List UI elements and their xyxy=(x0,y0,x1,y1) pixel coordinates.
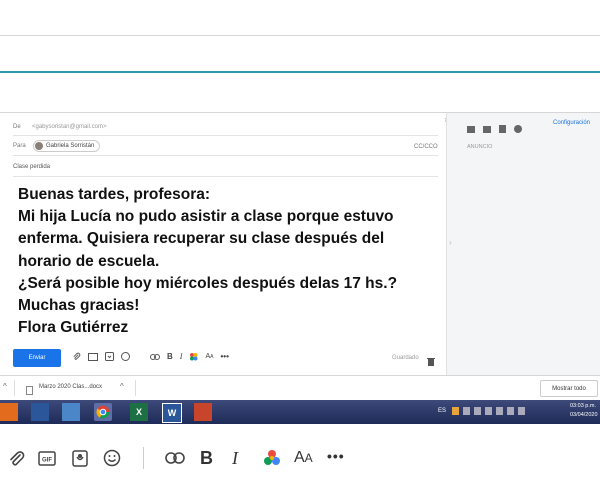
tray-icon[interactable] xyxy=(452,407,459,415)
word-icon[interactable]: W xyxy=(162,403,182,423)
calendar-icon[interactable] xyxy=(483,120,491,138)
chrome-icon[interactable] xyxy=(94,403,112,421)
divider xyxy=(14,380,15,396)
top-divider xyxy=(0,35,600,36)
subject-field[interactable]: Clase perdida xyxy=(13,164,50,170)
divider xyxy=(135,380,136,396)
compose-toolbar: B I AA ••• xyxy=(72,352,229,361)
from-value: <gabysoristan@gmail.com> xyxy=(32,124,107,130)
body-line: ¿Será posible hoy miércoles después dela… xyxy=(18,274,398,292)
tray-icon[interactable] xyxy=(485,407,492,415)
ad-label: ANUNCIO xyxy=(467,144,493,150)
bold-icon[interactable]: B xyxy=(167,352,173,361)
body-line: Flora Gutiérrez xyxy=(18,319,129,337)
right-panel: Configuración ANUNCIO xyxy=(446,113,600,375)
to-label: Para xyxy=(13,143,26,149)
from-label: De xyxy=(13,124,21,130)
font-size-icon[interactable]: AA xyxy=(294,449,313,467)
contacts-icon[interactable] xyxy=(467,120,475,138)
notes-icon[interactable] xyxy=(499,120,506,138)
divider xyxy=(13,155,438,156)
downloads-bar: ^ Marzo 2020 Clas...docx ^ Mostrar todo xyxy=(0,376,600,400)
gif-icon[interactable] xyxy=(88,352,98,361)
download-file-name[interactable]: Marzo 2020 Clas...docx xyxy=(39,384,102,390)
divider xyxy=(13,176,438,177)
link-icon[interactable] xyxy=(165,452,185,464)
divider xyxy=(143,447,144,469)
avatar xyxy=(35,142,43,150)
attach-icon[interactable] xyxy=(72,352,81,361)
message-body[interactable]: Buenas tardes, profesora: Mi hija Lucía … xyxy=(18,184,438,339)
more-icon[interactable]: ••• xyxy=(327,448,345,464)
body-line: Muchas gracias! xyxy=(18,297,140,315)
powerpoint-icon[interactable] xyxy=(194,403,212,421)
body-line: Mi hija Lucía no pudo asistir a clase po… xyxy=(18,208,394,226)
help-icon[interactable] xyxy=(514,120,522,138)
settings-link[interactable]: Configuración xyxy=(553,120,590,126)
panel-icons xyxy=(467,120,522,138)
more-icon[interactable]: ••• xyxy=(220,352,228,361)
file-icon[interactable] xyxy=(62,403,80,421)
word-doc-icon[interactable] xyxy=(31,403,49,421)
show-all-button[interactable]: Mostrar todo xyxy=(540,380,598,397)
clock-time: 03:03 p.m. xyxy=(570,403,596,409)
tray-icons xyxy=(452,407,525,415)
font-size-icon[interactable]: AA xyxy=(205,353,213,360)
bold-icon[interactable]: B xyxy=(200,448,213,469)
tray-icon[interactable] xyxy=(496,407,503,415)
chevron-up-icon[interactable]: ^ xyxy=(3,382,7,391)
language-indicator[interactable]: ES xyxy=(438,408,446,414)
excel-icon[interactable]: X xyxy=(130,403,148,421)
send-button[interactable]: Enviar xyxy=(13,349,61,367)
taskbar: X W ES 03:03 p.m. 03/04/2020 xyxy=(0,400,600,424)
italic-icon[interactable]: I xyxy=(180,352,183,361)
body-line: Buenas tardes, profesora: xyxy=(18,186,211,203)
chevron-right-icon[interactable]: › xyxy=(449,238,452,247)
chevron-up-icon[interactable]: ^ xyxy=(120,382,124,391)
link-icon[interactable] xyxy=(150,353,160,360)
color-icon[interactable] xyxy=(263,449,281,467)
divider xyxy=(13,135,438,136)
emoji-icon[interactable] xyxy=(103,449,121,467)
svg-text:GIF: GIF xyxy=(42,458,52,464)
cc-bcc-link[interactable]: CC/CCO xyxy=(414,144,438,150)
attach-icon[interactable] xyxy=(8,451,25,468)
start-icon[interactable] xyxy=(0,403,18,421)
tray-icon[interactable] xyxy=(463,407,470,415)
clock-date: 03/04/2020 xyxy=(570,412,598,418)
sticker-icon[interactable] xyxy=(72,450,88,467)
saved-status: Guardado xyxy=(392,355,419,361)
document-icon xyxy=(26,382,33,400)
formatting-toolbar: GIF B I AA ••• xyxy=(0,440,600,478)
emoji-icon[interactable] xyxy=(121,352,130,361)
body-line: enferma. Quisiera recuperar su clase des… xyxy=(18,230,385,248)
clock[interactable]: 03:03 p.m. 03/04/2020 xyxy=(570,402,598,420)
gif-icon[interactable]: GIF xyxy=(38,451,56,466)
tray-icon[interactable] xyxy=(474,407,481,415)
body-line: horario de escuela. xyxy=(18,252,160,270)
recipient-chip[interactable]: Gabriela Sorristán xyxy=(33,140,101,152)
italic-icon[interactable]: I xyxy=(232,448,238,469)
tray-icon[interactable] xyxy=(518,407,525,415)
sticker-icon[interactable] xyxy=(105,352,114,361)
tray-icon[interactable] xyxy=(507,407,514,415)
accent-divider xyxy=(0,71,600,73)
recipient-name: Gabriela Sorristán xyxy=(46,143,95,149)
trash-icon[interactable] xyxy=(427,353,435,371)
color-icon[interactable] xyxy=(189,352,198,361)
